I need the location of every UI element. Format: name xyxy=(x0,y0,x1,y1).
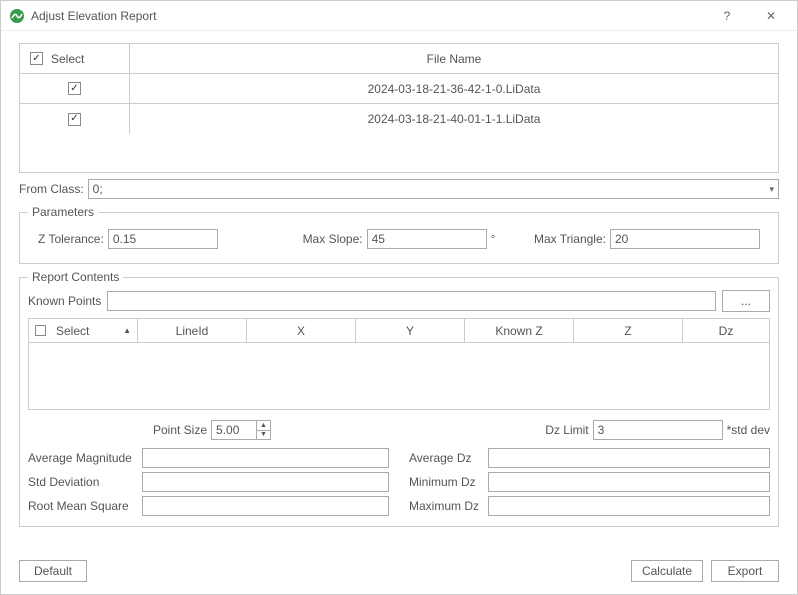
select-all-checkbox[interactable]: ✓ xyxy=(30,52,43,65)
chevron-down-icon: ▾ xyxy=(769,184,774,195)
dialog-window: Adjust Elevation Report ? ✕ ✓ Select Fil… xyxy=(0,0,798,595)
known-points-label: Known Points xyxy=(28,294,101,308)
point-size-spinner[interactable]: ▲ ▼ xyxy=(211,420,271,440)
col-filename-label: File Name xyxy=(130,44,778,73)
points-grid: Select ▲ LineId X Y Known Z Z Dz xyxy=(28,318,770,410)
col-select-label: Select xyxy=(51,52,84,66)
z-tolerance-input[interactable] xyxy=(108,229,218,249)
titlebar: Adjust Elevation Report ? ✕ xyxy=(1,1,797,31)
grid-col-select[interactable]: Select ▲ xyxy=(29,319,138,342)
report-contents-group: Report Contents Known Points ... Select … xyxy=(19,270,779,527)
file-row[interactable]: ✓ 2024-03-18-21-40-01-1-1.LiData xyxy=(20,104,778,134)
dz-limit-input[interactable] xyxy=(593,420,723,440)
default-button[interactable]: Default xyxy=(19,560,87,582)
std-deviation-output[interactable] xyxy=(142,472,389,492)
dialog-footer: Default Calculate Export xyxy=(1,556,797,594)
grid-col-z[interactable]: Z xyxy=(574,319,683,342)
grid-select-all-checkbox[interactable] xyxy=(35,325,46,336)
from-class-dropdown[interactable]: 0; ▾ xyxy=(88,179,779,199)
file-row-name: 2024-03-18-21-36-42-1-0.LiData xyxy=(130,74,778,103)
grid-col-knownz[interactable]: Known Z xyxy=(465,319,574,342)
calculate-button[interactable]: Calculate xyxy=(631,560,703,582)
file-row[interactable]: ✓ 2024-03-18-21-36-42-1-0.LiData xyxy=(20,74,778,104)
file-table-header: ✓ Select File Name xyxy=(20,44,778,74)
grid-col-y[interactable]: Y xyxy=(356,319,465,342)
grid-col-lineid[interactable]: LineId xyxy=(138,319,247,342)
max-dz-label: Maximum Dz xyxy=(409,499,484,513)
min-dz-label: Minimum Dz xyxy=(409,475,484,489)
max-slope-label: Max Slope: xyxy=(303,232,363,246)
close-button[interactable]: ✕ xyxy=(749,1,793,31)
points-grid-header: Select ▲ LineId X Y Known Z Z Dz xyxy=(29,319,769,343)
dz-limit-label: Dz Limit xyxy=(545,423,588,437)
sort-asc-icon: ▲ xyxy=(123,326,131,335)
avg-magnitude-label: Average Magnitude xyxy=(28,451,138,465)
file-row-checkbox[interactable]: ✓ xyxy=(68,113,81,126)
parameters-legend: Parameters xyxy=(28,205,98,219)
std-deviation-label: Std Deviation xyxy=(28,475,138,489)
spin-up-icon[interactable]: ▲ xyxy=(256,421,270,431)
file-row-name: 2024-03-18-21-40-01-1-1.LiData xyxy=(130,104,778,134)
file-row-checkbox[interactable]: ✓ xyxy=(68,82,81,95)
point-size-label: Point Size xyxy=(153,423,207,437)
from-class-label: From Class: xyxy=(19,182,84,196)
rms-label: Root Mean Square xyxy=(28,499,138,513)
app-icon xyxy=(9,8,25,24)
help-button[interactable]: ? xyxy=(705,1,749,31)
window-title: Adjust Elevation Report xyxy=(31,9,156,23)
grid-col-x[interactable]: X xyxy=(247,319,356,342)
avg-dz-label: Average Dz xyxy=(409,451,484,465)
parameters-group: Parameters Z Tolerance: Max Slope: ° Max… xyxy=(19,205,779,264)
report-contents-legend: Report Contents xyxy=(28,270,123,284)
known-points-input[interactable] xyxy=(107,291,716,311)
export-button[interactable]: Export xyxy=(711,560,779,582)
browse-button[interactable]: ... xyxy=(722,290,770,312)
z-tolerance-label: Z Tolerance: xyxy=(38,232,104,246)
max-triangle-label: Max Triangle: xyxy=(534,232,606,246)
max-dz-output[interactable] xyxy=(488,496,770,516)
file-table: ✓ Select File Name ✓ 2024-03-18-21-36-42… xyxy=(19,43,779,173)
avg-dz-output[interactable] xyxy=(488,448,770,468)
dz-limit-suffix: *std dev xyxy=(727,423,770,437)
rms-output[interactable] xyxy=(142,496,389,516)
max-slope-input[interactable] xyxy=(367,229,487,249)
avg-magnitude-output[interactable] xyxy=(142,448,389,468)
min-dz-output[interactable] xyxy=(488,472,770,492)
max-triangle-input[interactable] xyxy=(610,229,760,249)
spin-down-icon[interactable]: ▼ xyxy=(256,431,270,440)
grid-col-dz[interactable]: Dz xyxy=(683,319,769,342)
max-slope-unit: ° xyxy=(491,232,496,246)
